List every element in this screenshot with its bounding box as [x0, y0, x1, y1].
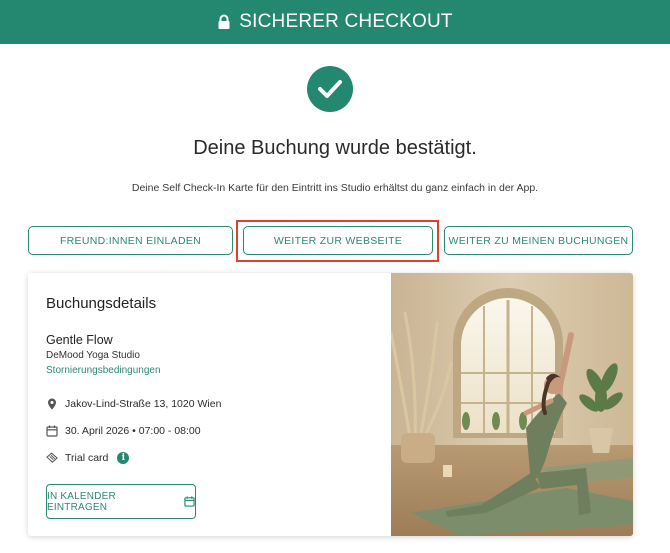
header-title: SICHERER CHECKOUT — [239, 11, 453, 32]
calendar-icon — [184, 496, 195, 507]
add-to-calendar-label: IN KALENDER EINTRAGEN — [47, 490, 116, 513]
location-pin-icon — [46, 398, 58, 410]
add-to-calendar-button[interactable]: IN KALENDER EINTRAGEN — [46, 484, 196, 519]
address-text: Jakov-Lind-Straße 13, 1020 Wien — [65, 398, 222, 410]
ticket-text: Trial card — [65, 452, 109, 464]
invite-friends-button[interactable]: FREUND:INNEN EINLADEN — [28, 226, 233, 255]
calendar-icon — [46, 425, 58, 437]
continue-to-website-button[interactable]: WEITER ZUR WEBSEITE — [243, 226, 433, 255]
ticket-row: Trial card i — [46, 452, 130, 464]
confirmation-headline: Deine Buchung wurde bestätigt. — [193, 137, 477, 159]
cancellation-policy-link[interactable]: Stornierungsbedingungen — [46, 365, 161, 376]
lock-icon — [217, 14, 231, 30]
studio-name: DeMood Yoga Studio — [46, 350, 140, 361]
checkout-header: SICHERER CHECKOUT — [0, 0, 670, 44]
confirmation-subline: Deine Self Check-In Karte für den Eintri… — [131, 182, 539, 194]
class-name: Gentle Flow — [46, 333, 113, 347]
info-icon[interactable]: i — [117, 452, 130, 464]
booking-details-panel: Buchungsdetails Gentle Flow DeMood Yoga … — [28, 273, 391, 536]
yoga-class-image — [391, 273, 633, 536]
booking-details-card: Buchungsdetails Gentle Flow DeMood Yoga … — [28, 273, 633, 536]
booking-details-title: Buchungsdetails — [46, 295, 157, 312]
ticket-icon — [46, 452, 58, 464]
date-time-text: 30. April 2026 • 07:00 - 08:00 — [65, 425, 201, 437]
date-row: 30. April 2026 • 07:00 - 08:00 — [46, 425, 201, 437]
my-bookings-button[interactable]: WEITER ZU MEINEN BUCHUNGEN — [444, 226, 633, 255]
address-row: Jakov-Lind-Straße 13, 1020 Wien — [46, 398, 221, 410]
checkmark-icon — [307, 66, 353, 112]
